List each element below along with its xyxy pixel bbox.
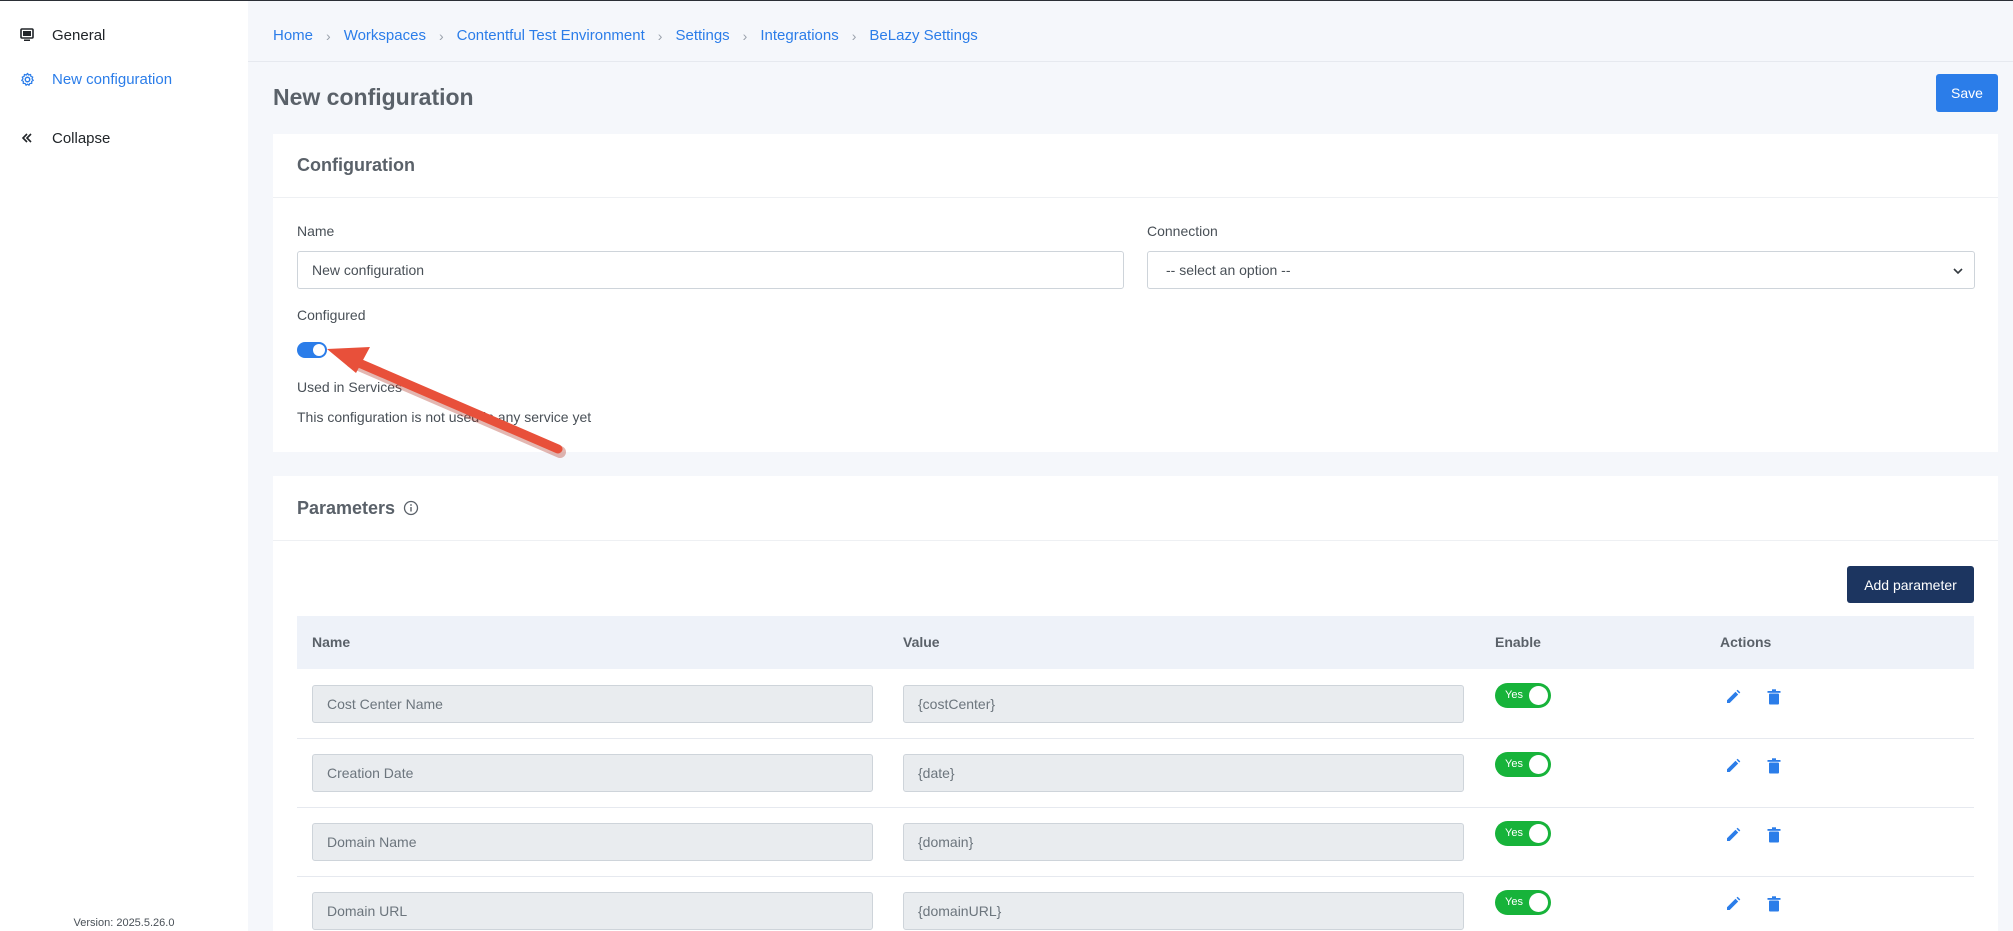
name-field[interactable]: New configuration bbox=[297, 251, 1124, 289]
monitor-icon bbox=[18, 26, 36, 44]
chevron-right-icon: › bbox=[326, 27, 331, 44]
enable-toggle[interactable]: Yes bbox=[1495, 821, 1551, 846]
save-button[interactable]: Save bbox=[1936, 74, 1998, 112]
toggle-knob bbox=[1529, 824, 1548, 843]
configuration-header: Configuration bbox=[273, 134, 1998, 198]
chevron-right-icon: › bbox=[742, 27, 748, 44]
gear-icon bbox=[18, 70, 36, 88]
table-row: Domain Name {domain} Yes bbox=[297, 808, 1974, 877]
enable-toggle[interactable]: Yes bbox=[1495, 752, 1551, 777]
parameter-value-field[interactable]: {costCenter} bbox=[903, 685, 1464, 723]
edit-icon[interactable] bbox=[1723, 687, 1743, 707]
breadcrumb-home[interactable]: Home bbox=[273, 27, 313, 44]
chevron-right-icon: › bbox=[851, 27, 857, 44]
enable-toggle-label: Yes bbox=[1505, 758, 1523, 770]
parameter-value-field[interactable]: {domainURL} bbox=[903, 892, 1464, 930]
chevron-right-icon: › bbox=[438, 27, 444, 44]
enable-toggle-label: Yes bbox=[1505, 896, 1523, 908]
parameters-header: Parameters bbox=[273, 476, 1998, 541]
used-in-services-text: This configuration is not used in any se… bbox=[297, 409, 592, 425]
add-parameter-button[interactable]: Add parameter bbox=[1847, 566, 1974, 603]
connection-label: Connection bbox=[1147, 223, 1218, 239]
sidebar-item-label: Collapse bbox=[52, 129, 111, 147]
toggle-knob bbox=[1529, 686, 1548, 705]
breadcrumb-workspaces[interactable]: Workspaces bbox=[344, 27, 426, 44]
column-header-name: Name bbox=[312, 634, 351, 650]
edit-icon[interactable] bbox=[1723, 825, 1743, 845]
configuration-card: Configuration Name New configuration Con… bbox=[273, 134, 1998, 452]
enable-toggle[interactable]: Yes bbox=[1495, 890, 1551, 915]
table-row: Creation Date {date} Yes bbox=[297, 739, 1974, 808]
version-text: Version: 2025.5.26.0 bbox=[73, 917, 175, 929]
toggle-knob bbox=[1529, 893, 1548, 912]
parameter-name-field[interactable]: Creation Date bbox=[312, 754, 873, 792]
trash-icon[interactable] bbox=[1764, 756, 1784, 776]
sidebar-item-general[interactable]: General bbox=[0, 17, 248, 53]
breadcrumb-settings[interactable]: Settings bbox=[675, 27, 729, 44]
configured-toggle[interactable] bbox=[297, 342, 327, 358]
trash-icon[interactable] bbox=[1764, 825, 1784, 845]
parameter-name-field[interactable]: Domain URL bbox=[312, 892, 873, 930]
name-label: Name bbox=[297, 223, 335, 239]
connection-select-value: -- select an option -- bbox=[1166, 262, 1291, 278]
table-row: Domain URL {domainURL} Yes bbox=[297, 877, 1974, 931]
enable-toggle[interactable]: Yes bbox=[1495, 683, 1551, 708]
parameters-title: Parameters bbox=[297, 497, 396, 518]
chevron-right-icon: › bbox=[657, 27, 663, 44]
used-in-services-label: Used in Services bbox=[297, 379, 403, 395]
enable-toggle-label: Yes bbox=[1505, 689, 1523, 701]
parameter-value-field[interactable]: {domain} bbox=[903, 823, 1464, 861]
trash-icon[interactable] bbox=[1764, 894, 1784, 914]
parameter-value-field[interactable]: {date} bbox=[903, 754, 1464, 792]
parameter-name-field[interactable]: Domain Name bbox=[312, 823, 873, 861]
toggle-knob bbox=[1529, 755, 1548, 774]
trash-icon[interactable] bbox=[1764, 687, 1784, 707]
breadcrumb-integrations[interactable]: Integrations bbox=[760, 27, 838, 44]
breadcrumb-environment[interactable]: Contentful Test Environment bbox=[457, 27, 645, 44]
sidebar-item-new-configuration[interactable]: New configuration bbox=[0, 61, 248, 97]
edit-icon[interactable] bbox=[1723, 756, 1743, 776]
column-header-actions: Actions bbox=[1720, 634, 1772, 650]
breadcrumb-bar: Home › Workspaces › Contentful Test Envi… bbox=[248, 1, 2013, 62]
sidebar: General New configuration Collapse Versi… bbox=[0, 1, 248, 931]
info-icon[interactable] bbox=[403, 500, 419, 516]
column-header-enable: Enable bbox=[1495, 634, 1541, 650]
breadcrumb: Home › Workspaces › Contentful Test Envi… bbox=[273, 27, 978, 44]
double-chevron-left-icon bbox=[18, 129, 36, 147]
column-header-value: Value bbox=[903, 634, 940, 650]
breadcrumb-belazy-settings[interactable]: BeLazy Settings bbox=[869, 27, 977, 44]
parameter-name-field[interactable]: Cost Center Name bbox=[312, 685, 873, 723]
connection-select[interactable]: -- select an option -- bbox=[1147, 251, 1975, 289]
enable-toggle-label: Yes bbox=[1505, 827, 1523, 839]
sidebar-item-label: General bbox=[52, 26, 106, 44]
page-title: New configuration bbox=[273, 84, 474, 110]
chevron-down-icon bbox=[1952, 264, 1964, 280]
edit-icon[interactable] bbox=[1723, 894, 1743, 914]
sidebar-item-collapse[interactable]: Collapse bbox=[0, 120, 248, 156]
configured-label: Configured bbox=[297, 307, 366, 323]
sidebar-item-label: New configuration bbox=[52, 70, 173, 88]
toggle-knob bbox=[313, 344, 325, 356]
parameters-table-header: Name Value Enable Actions bbox=[297, 616, 1974, 669]
table-row: Cost Center Name {costCenter} Yes bbox=[297, 670, 1974, 739]
